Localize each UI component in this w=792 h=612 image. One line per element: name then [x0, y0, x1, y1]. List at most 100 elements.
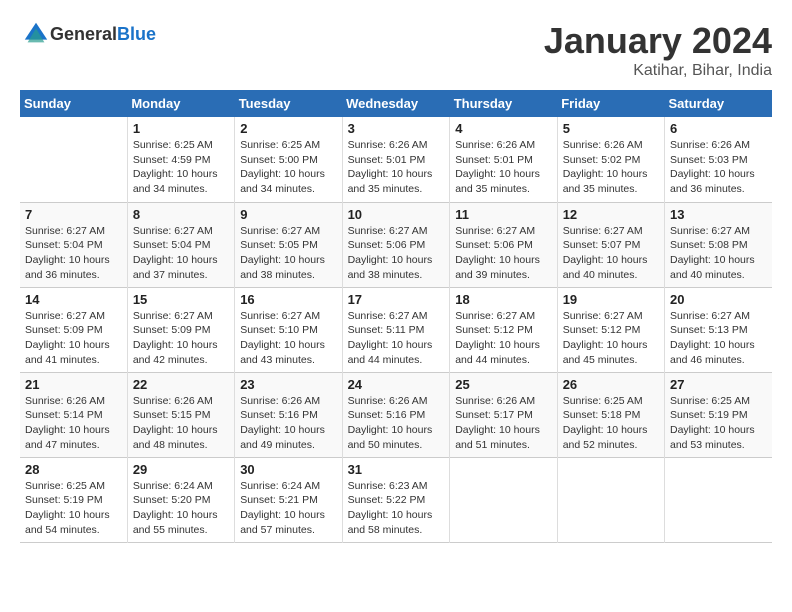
day-header-wednesday: Wednesday: [342, 90, 450, 117]
day-info: Sunrise: 6:27 AM Sunset: 5:07 PM Dayligh…: [563, 224, 659, 283]
day-info: Sunrise: 6:23 AM Sunset: 5:22 PM Dayligh…: [348, 479, 445, 538]
calendar-cell: 17Sunrise: 6:27 AM Sunset: 5:11 PM Dayli…: [342, 287, 450, 372]
day-header-sunday: Sunday: [20, 90, 127, 117]
day-info: Sunrise: 6:27 AM Sunset: 5:05 PM Dayligh…: [240, 224, 336, 283]
day-number: 23: [240, 377, 336, 392]
day-number: 10: [348, 207, 445, 222]
day-number: 22: [133, 377, 229, 392]
day-number: 7: [25, 207, 122, 222]
day-info: Sunrise: 6:24 AM Sunset: 5:21 PM Dayligh…: [240, 479, 336, 538]
day-header-friday: Friday: [557, 90, 664, 117]
calendar-cell: 12 Sunrise: 6:27 AM Sunset: 5:07 PM Dayli…: [557, 202, 664, 287]
day-number: 5: [563, 121, 659, 136]
day-number: 21: [25, 377, 122, 392]
calendar-cell: 7 Sunrise: 6:27 AM Sunset: 5:04 PM Daylig…: [20, 202, 127, 287]
day-number: 31: [348, 462, 445, 477]
calendar-cell: [450, 457, 557, 542]
day-number: 29: [133, 462, 229, 477]
calendar-cell: 26 Sunrise: 6:25 AM Sunset: 5:18 PM Dayli…: [557, 372, 664, 457]
day-number: 19: [563, 292, 659, 307]
day-info: Sunrise: 6:25 AM Sunset: 5:19 PM Dayligh…: [25, 479, 122, 538]
day-info: Sunrise: 6:26 AM Sunset: 5:02 PM Dayligh…: [563, 138, 659, 197]
day-number: 13: [670, 207, 767, 222]
day-info: Sunrise: 6:25 AM Sunset: 4:59 PM Dayligh…: [133, 138, 229, 197]
calendar-cell: 14Sunrise: 6:27 AM Sunset: 5:09 PM Dayli…: [20, 287, 127, 372]
calendar-cell: 11 Sunrise: 6:27 AM Sunset: 5:06 PM Dayli…: [450, 202, 557, 287]
week-row-5: 28 Sunrise: 6:25 AM Sunset: 5:19 PM Dayli…: [20, 457, 772, 542]
calendar-cell: 27 Sunrise: 6:25 AM Sunset: 5:19 PM Dayli…: [665, 372, 773, 457]
logo-text-blue: Blue: [117, 24, 156, 44]
day-number: 12: [563, 207, 659, 222]
calendar-table: SundayMondayTuesdayWednesdayThursdayFrid…: [20, 90, 772, 543]
calendar-cell: 4 Sunrise: 6:26 AM Sunset: 5:01 PM Daylig…: [450, 117, 557, 202]
day-info: Sunrise: 6:27 AM Sunset: 5:13 PM Dayligh…: [670, 309, 767, 368]
day-number: 28: [25, 462, 122, 477]
calendar-cell: 8Sunrise: 6:27 AM Sunset: 5:04 PM Daylig…: [127, 202, 234, 287]
day-number: 3: [348, 121, 445, 136]
calendar-cell: 1Sunrise: 6:25 AM Sunset: 4:59 PM Daylig…: [127, 117, 234, 202]
day-info: Sunrise: 6:27 AM Sunset: 5:06 PM Dayligh…: [455, 224, 551, 283]
calendar-cell: 28 Sunrise: 6:25 AM Sunset: 5:19 PM Dayli…: [20, 457, 127, 542]
day-info: Sunrise: 6:27 AM Sunset: 5:06 PM Dayligh…: [348, 224, 445, 283]
days-header-row: SundayMondayTuesdayWednesdayThursdayFrid…: [20, 90, 772, 117]
calendar-cell: 22 Sunrise: 6:26 AM Sunset: 5:15 PM Dayli…: [127, 372, 234, 457]
calendar-cell: 2 Sunrise: 6:25 AM Sunset: 5:00 PM Daylig…: [235, 117, 342, 202]
calendar-cell: 29 Sunrise: 6:24 AM Sunset: 5:20 PM Dayli…: [127, 457, 234, 542]
day-info: Sunrise: 6:27 AM Sunset: 5:04 PM Dayligh…: [25, 224, 122, 283]
day-info: Sunrise: 6:27 AM Sunset: 5:12 PM Dayligh…: [563, 309, 659, 368]
day-info: Sunrise: 6:26 AM Sunset: 5:03 PM Dayligh…: [670, 138, 767, 197]
page-header: GeneralBlue January 2024 Katihar, Bihar,…: [20, 20, 772, 80]
day-info: Sunrise: 6:26 AM Sunset: 5:01 PM Dayligh…: [455, 138, 551, 197]
day-info: Sunrise: 6:26 AM Sunset: 5:15 PM Dayligh…: [133, 394, 229, 453]
calendar-cell: 19 Sunrise: 6:27 AM Sunset: 5:12 PM Dayli…: [557, 287, 664, 372]
calendar-cell: 21Sunrise: 6:26 AM Sunset: 5:14 PM Dayli…: [20, 372, 127, 457]
calendar-cell: 15Sunrise: 6:27 AM Sunset: 5:09 PM Dayli…: [127, 287, 234, 372]
calendar-cell: [20, 117, 127, 202]
day-number: 4: [455, 121, 551, 136]
calendar-cell: 13 Sunrise: 6:27 AM Sunset: 5:08 PM Dayli…: [665, 202, 773, 287]
day-info: Sunrise: 6:26 AM Sunset: 5:17 PM Dayligh…: [455, 394, 551, 453]
calendar-cell: [557, 457, 664, 542]
day-info: Sunrise: 6:26 AM Sunset: 5:16 PM Dayligh…: [240, 394, 336, 453]
calendar-cell: 24 Sunrise: 6:26 AM Sunset: 5:16 PM Dayli…: [342, 372, 450, 457]
calendar-cell: 5 Sunrise: 6:26 AM Sunset: 5:02 PM Daylig…: [557, 117, 664, 202]
day-info: Sunrise: 6:27 AM Sunset: 5:08 PM Dayligh…: [670, 224, 767, 283]
day-info: Sunrise: 6:26 AM Sunset: 5:16 PM Dayligh…: [348, 394, 445, 453]
logo: GeneralBlue: [20, 20, 156, 48]
calendar-cell: 30 Sunrise: 6:24 AM Sunset: 5:21 PM Dayli…: [235, 457, 342, 542]
day-number: 26: [563, 377, 659, 392]
day-info: Sunrise: 6:27 AM Sunset: 5:09 PM Dayligh…: [133, 309, 229, 368]
day-number: 25: [455, 377, 551, 392]
day-header-monday: Monday: [127, 90, 234, 117]
day-number: 14: [25, 292, 122, 307]
day-number: 30: [240, 462, 336, 477]
calendar-cell: 3 Sunrise: 6:26 AM Sunset: 5:01 PM Daylig…: [342, 117, 450, 202]
day-info: Sunrise: 6:25 AM Sunset: 5:18 PM Dayligh…: [563, 394, 659, 453]
calendar-cell: 31 Sunrise: 6:23 AM Sunset: 5:22 PM Dayli…: [342, 457, 450, 542]
day-info: Sunrise: 6:26 AM Sunset: 5:01 PM Dayligh…: [348, 138, 445, 197]
day-header-thursday: Thursday: [450, 90, 557, 117]
day-info: Sunrise: 6:27 AM Sunset: 5:10 PM Dayligh…: [240, 309, 336, 368]
day-number: 27: [670, 377, 767, 392]
calendar-cell: 16Sunrise: 6:27 AM Sunset: 5:10 PM Dayli…: [235, 287, 342, 372]
logo-icon: [22, 20, 50, 48]
day-info: Sunrise: 6:25 AM Sunset: 5:19 PM Dayligh…: [670, 394, 767, 453]
day-number: 6: [670, 121, 767, 136]
day-header-saturday: Saturday: [665, 90, 773, 117]
title-block: January 2024 Katihar, Bihar, India: [544, 20, 772, 80]
day-info: Sunrise: 6:24 AM Sunset: 5:20 PM Dayligh…: [133, 479, 229, 538]
day-number: 24: [348, 377, 445, 392]
calendar-cell: 18Sunrise: 6:27 AM Sunset: 5:12 PM Dayli…: [450, 287, 557, 372]
day-number: 2: [240, 121, 336, 136]
month-title: January 2024: [544, 20, 772, 62]
day-info: Sunrise: 6:27 AM Sunset: 5:04 PM Dayligh…: [133, 224, 229, 283]
calendar-cell: 9Sunrise: 6:27 AM Sunset: 5:05 PM Daylig…: [235, 202, 342, 287]
day-number: 11: [455, 207, 551, 222]
location-subtitle: Katihar, Bihar, India: [544, 62, 772, 80]
day-number: 17: [348, 292, 445, 307]
week-row-3: 14 Sunrise: 6:27 AM Sunset: 5:09 PM Dayli…: [20, 287, 772, 372]
calendar-cell: 6 Sunrise: 6:26 AM Sunset: 5:03 PM Daylig…: [665, 117, 773, 202]
week-row-1: 1Sunrise: 6:25 AM Sunset: 4:59 PM Daylig…: [20, 117, 772, 202]
day-info: Sunrise: 6:25 AM Sunset: 5:00 PM Dayligh…: [240, 138, 336, 197]
day-header-tuesday: Tuesday: [235, 90, 342, 117]
